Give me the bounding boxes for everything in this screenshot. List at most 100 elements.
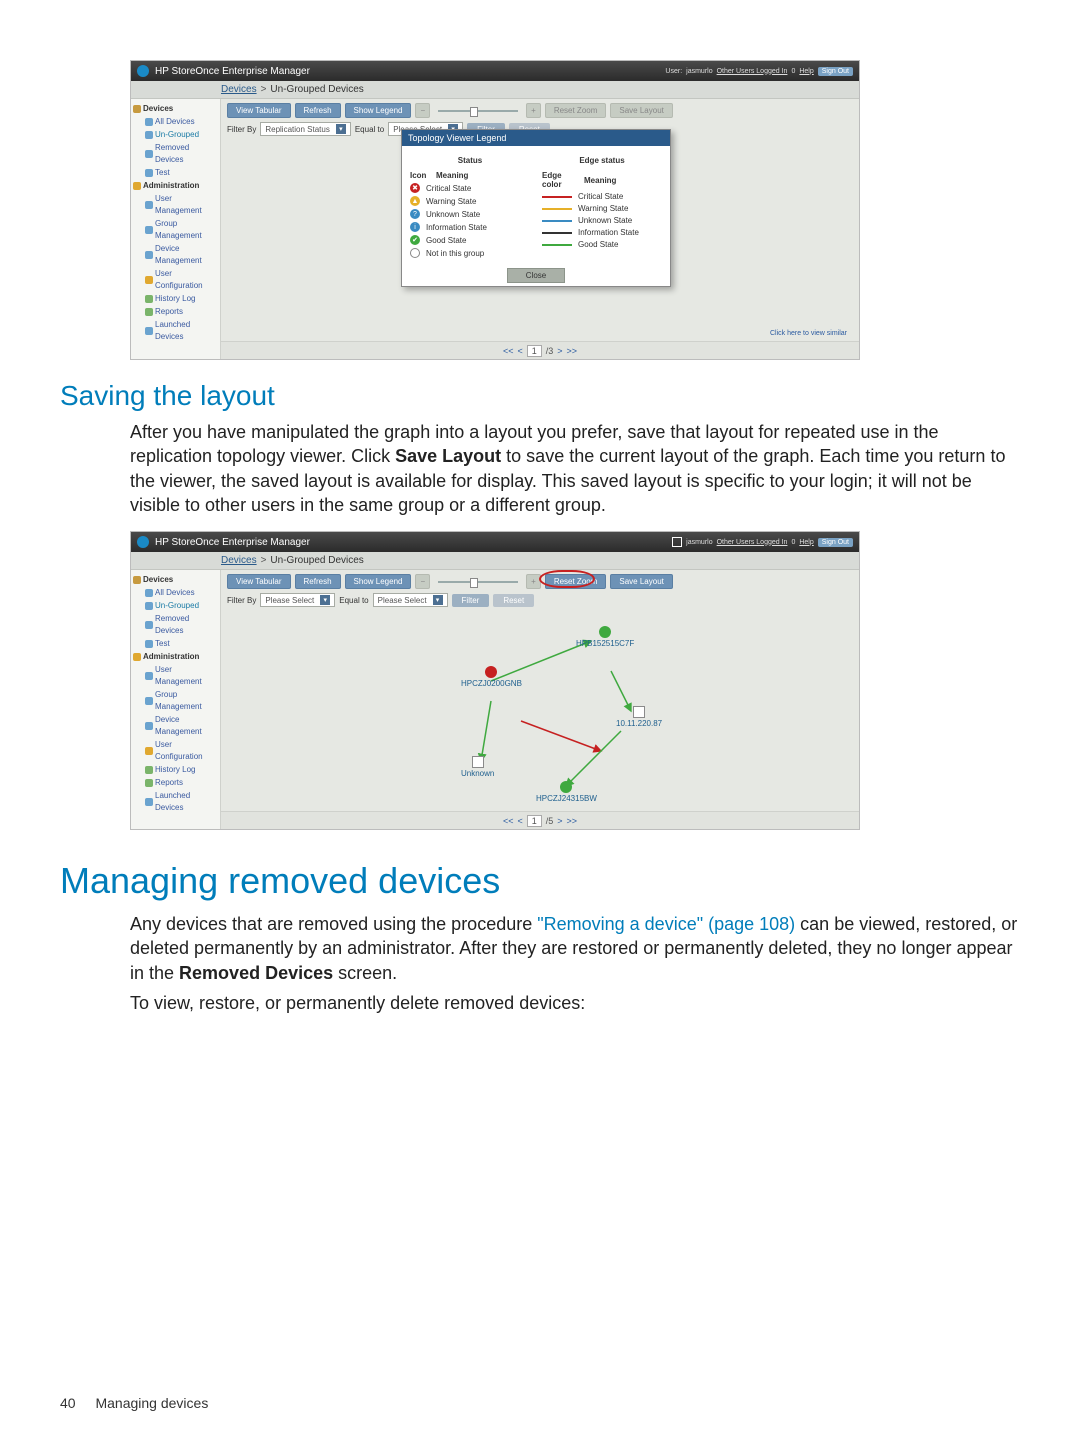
nav-reports[interactable]: Reports xyxy=(133,306,218,319)
nav-test[interactable]: Test xyxy=(133,638,218,651)
similar-link[interactable]: Click here to view similar xyxy=(770,324,853,337)
chevron-down-icon: ▾ xyxy=(336,124,346,134)
legend-dialog: Topology Viewer Legend Status Icon Meani… xyxy=(401,129,671,287)
save-layout-button[interactable]: Save Layout xyxy=(610,574,672,589)
para-managing-2: To view, restore, or permanently delete … xyxy=(130,991,1020,1015)
legend-row-label: Critical State xyxy=(426,184,471,193)
filter-value-select[interactable]: Please Select▾ xyxy=(373,593,448,607)
device-icon xyxy=(145,640,153,648)
show-legend-button[interactable]: Show Legend xyxy=(345,574,412,589)
breadcrumb-root[interactable]: Devices xyxy=(221,555,257,566)
zoom-out-icon[interactable]: − xyxy=(415,103,430,118)
nav-admin[interactable]: Administration xyxy=(133,651,218,664)
removing-device-link[interactable]: "Removing a device" (page 108) xyxy=(537,914,795,934)
filter-button[interactable]: Filter xyxy=(452,594,490,607)
signout-button[interactable]: Sign Out xyxy=(818,538,853,547)
filter-by-select[interactable]: Please Select▾ xyxy=(260,593,335,607)
graph-node[interactable]: HPB152515C7F xyxy=(576,626,634,648)
nav-devices[interactable]: Devices xyxy=(133,574,218,587)
device-icon xyxy=(145,118,153,126)
zoom-in-icon[interactable]: + xyxy=(526,574,541,589)
nav-all-devices[interactable]: All Devices xyxy=(133,116,218,129)
filter-by-select[interactable]: Replication Status▾ xyxy=(260,122,350,136)
refresh-button[interactable]: Refresh xyxy=(295,103,341,118)
admin-icon xyxy=(133,653,141,661)
screenshot-save-layout: HP StoreOnce Enterprise Manager jasmurlo… xyxy=(130,531,860,830)
refresh-button[interactable]: Refresh xyxy=(295,574,341,589)
nav-history[interactable]: History Log xyxy=(133,764,218,777)
view-tabular-button[interactable]: View Tabular xyxy=(227,574,291,589)
nav-group-mgmt[interactable]: Group Management xyxy=(133,689,218,714)
reports-icon xyxy=(145,779,153,787)
legend-title: Topology Viewer Legend xyxy=(402,130,670,146)
pager: << < 1 /5 > >> xyxy=(221,811,859,829)
reset-button[interactable]: Reset xyxy=(493,594,534,607)
app-title: HP StoreOnce Enterprise Manager xyxy=(155,537,310,548)
nav-group-mgmt[interactable]: Group Management xyxy=(133,218,218,243)
filter-label: Filter By xyxy=(227,125,256,134)
device-icon xyxy=(145,602,153,610)
zoom-in-icon[interactable]: + xyxy=(526,103,541,118)
pager-last[interactable]: >> xyxy=(567,816,578,826)
pager-page[interactable]: 1 xyxy=(527,815,542,827)
nav-device-mgmt[interactable]: Device Management xyxy=(133,714,218,739)
nav-devices[interactable]: Devices xyxy=(133,103,218,116)
graph-node[interactable]: HPCZJ24315BW xyxy=(536,781,597,803)
breadcrumb-root[interactable]: Devices xyxy=(221,84,257,95)
zoom-out-icon[interactable]: − xyxy=(415,574,430,589)
graph-node[interactable]: Unknown xyxy=(461,756,494,778)
pager-page[interactable]: 1 xyxy=(527,345,542,357)
nav-device-mgmt[interactable]: Device Management xyxy=(133,243,218,268)
graph-node[interactable]: 10.11.220.87 xyxy=(616,706,662,728)
legend-row-label: Unknown State xyxy=(578,216,632,225)
nav-launched[interactable]: Launched Devices xyxy=(133,790,218,815)
nav-removed[interactable]: Removed Devices xyxy=(133,613,218,638)
legend-edge-row: Good State xyxy=(542,240,662,249)
view-tabular-button[interactable]: View Tabular xyxy=(227,103,291,118)
pager-first[interactable]: << xyxy=(503,346,514,356)
nav-launched[interactable]: Launched Devices xyxy=(133,319,218,344)
signout-button[interactable]: Sign Out xyxy=(818,67,853,76)
help-link[interactable]: Help xyxy=(799,68,813,75)
nav-test[interactable]: Test xyxy=(133,167,218,180)
nav-admin[interactable]: Administration xyxy=(133,180,218,193)
topology-graph[interactable]: HPCZJ0200GNB HPB152515C7F 10.11.220.87 U… xyxy=(221,611,859,811)
hp-logo-icon xyxy=(137,536,149,548)
legend-edge-swatch xyxy=(542,208,572,210)
history-icon xyxy=(145,295,153,303)
reset-zoom-button[interactable]: Reset Zoom xyxy=(545,103,607,118)
nav-user-mgmt[interactable]: User Management xyxy=(133,664,218,689)
device-icon xyxy=(145,131,153,139)
nav-reports[interactable]: Reports xyxy=(133,777,218,790)
app-title: HP StoreOnce Enterprise Manager xyxy=(155,66,310,77)
show-legend-button[interactable]: Show Legend xyxy=(345,103,412,118)
pager-prev[interactable]: < xyxy=(517,346,522,356)
admin-icon xyxy=(133,182,141,190)
critical-state-icon xyxy=(485,666,497,678)
nav-user-mgmt[interactable]: User Management xyxy=(133,193,218,218)
legend-edge-swatch xyxy=(542,244,572,246)
nav-ungrouped[interactable]: Un-Grouped xyxy=(133,129,218,142)
pager-last[interactable]: >> xyxy=(567,346,578,356)
nav-user-config[interactable]: User Configuration xyxy=(133,268,218,293)
nav-removed[interactable]: Removed Devices xyxy=(133,142,218,167)
graph-node[interactable]: HPCZJ0200GNB xyxy=(461,666,522,688)
nav-user-config[interactable]: User Configuration xyxy=(133,739,218,764)
main-area: View Tabular Refresh Show Legend − + Res… xyxy=(221,570,859,829)
close-button[interactable]: Close xyxy=(507,268,565,283)
zoom-slider[interactable] xyxy=(438,110,518,112)
nav-history[interactable]: History Log xyxy=(133,293,218,306)
pager-prev[interactable]: < xyxy=(517,816,522,826)
pager-next[interactable]: > xyxy=(557,346,562,356)
help-link[interactable]: Help xyxy=(799,539,813,546)
reset-zoom-button[interactable]: Reset Zoom xyxy=(545,574,607,589)
pager-first[interactable]: << xyxy=(503,816,514,826)
zoom-slider[interactable] xyxy=(438,581,518,583)
page-number: 40 xyxy=(60,1395,76,1411)
pager-next[interactable]: > xyxy=(557,816,562,826)
nav-all-devices[interactable]: All Devices xyxy=(133,587,218,600)
legend-row: Not in this group xyxy=(410,248,530,258)
save-layout-button[interactable]: Save Layout xyxy=(610,103,672,118)
pager: << < 1 /3 > >> xyxy=(221,341,859,359)
nav-ungrouped[interactable]: Un-Grouped xyxy=(133,600,218,613)
